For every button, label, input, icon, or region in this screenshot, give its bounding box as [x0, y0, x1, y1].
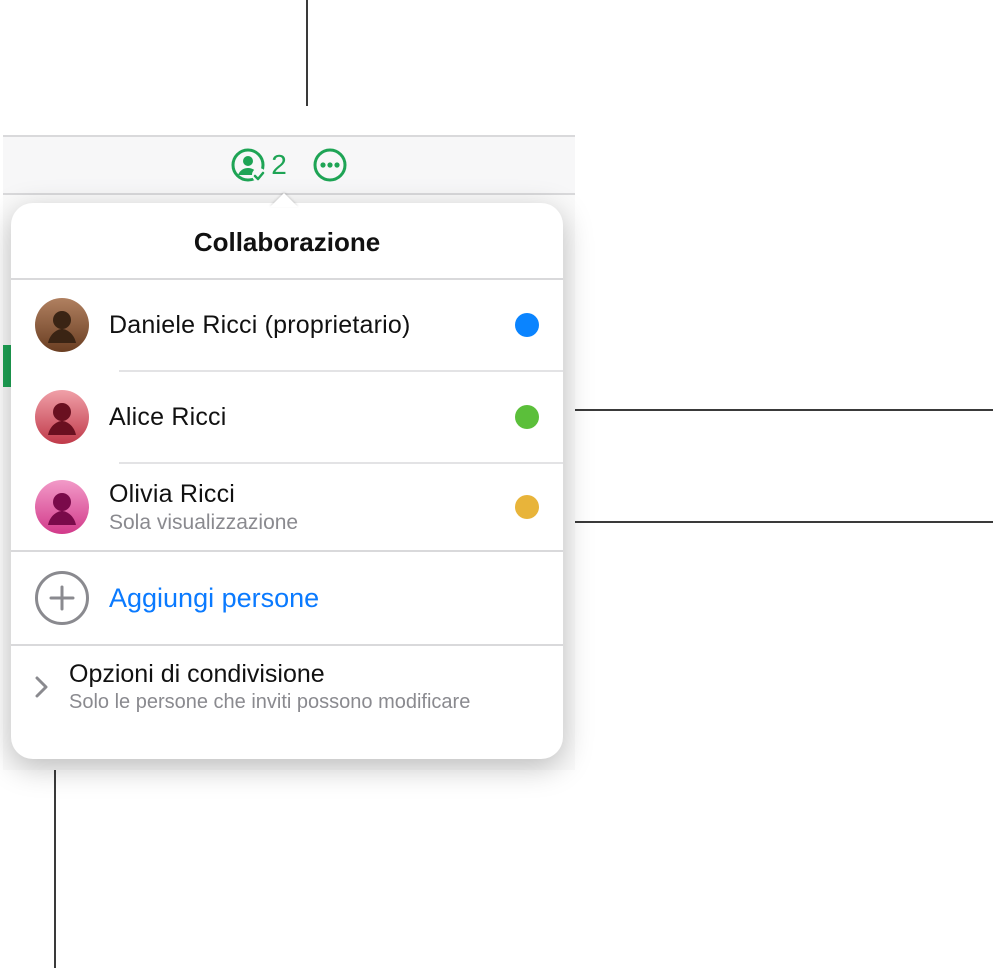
collaboration-button[interactable]: 2: [231, 148, 287, 182]
callout-line-right-1: [527, 409, 993, 411]
callout-line-top: [306, 0, 308, 106]
participant-row[interactable]: Daniele Ricci (proprietario): [11, 280, 563, 370]
more-button[interactable]: [313, 148, 347, 182]
ellipsis-circle-icon: [313, 148, 347, 182]
avatar: [35, 390, 89, 444]
participant-permission: Sola visualizzazione: [109, 511, 495, 535]
participant-name: Olivia Ricci: [109, 480, 495, 509]
presence-dot: [515, 313, 539, 337]
collaboration-popover: Collaborazione Daniele Ricci (proprietar…: [11, 203, 563, 759]
share-options-subtitle: Solo le persone che inviti possono modif…: [69, 691, 470, 714]
popover-pointer: [270, 193, 298, 207]
callout-line-bottom: [54, 748, 56, 968]
participant-row[interactable]: Alice Ricci: [11, 372, 563, 462]
collaboration-count: 2: [271, 149, 287, 181]
toolbar: 2: [3, 135, 575, 195]
popover-title: Collaborazione: [11, 203, 563, 278]
plus-circle-icon: [35, 571, 89, 625]
presence-dot: [515, 405, 539, 429]
share-options-row[interactable]: Opzioni di condivisione Solo le persone …: [11, 646, 563, 734]
avatar: [35, 298, 89, 352]
share-options-title: Opzioni di condivisione: [69, 660, 470, 689]
avatar: [35, 480, 89, 534]
presence-dot: [515, 495, 539, 519]
participant-row[interactable]: Olivia Ricci Sola visualizzazione: [11, 464, 563, 550]
person-badge-icon: [231, 148, 265, 182]
add-people-label: Aggiungi persone: [109, 583, 319, 614]
add-people-button[interactable]: Aggiungi persone: [11, 552, 563, 644]
participant-name: Alice Ricci: [109, 403, 495, 432]
participant-name: Daniele Ricci (proprietario): [109, 311, 495, 340]
chevron-right-icon: [35, 676, 53, 698]
